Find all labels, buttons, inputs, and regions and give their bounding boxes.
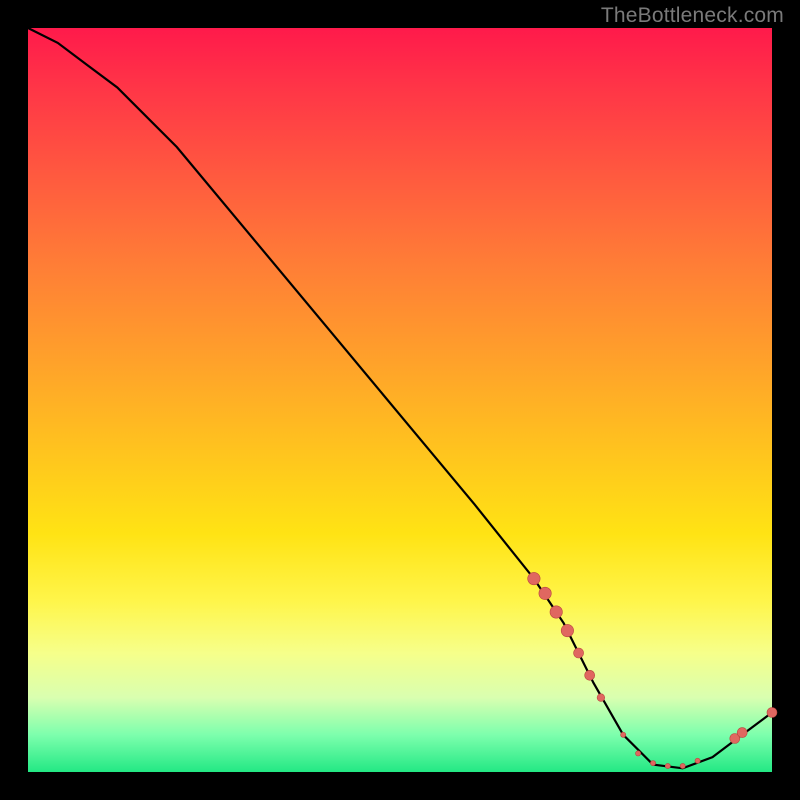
marker-group	[528, 572, 777, 768]
data-marker	[528, 572, 540, 584]
bottleneck-curve	[28, 28, 772, 768]
watermark-text: TheBottleneck.com	[601, 4, 784, 28]
data-marker	[539, 587, 551, 599]
chart-container: TheBottleneck.com	[0, 0, 800, 800]
data-marker	[636, 751, 641, 756]
curve-svg	[28, 28, 772, 772]
data-marker	[650, 761, 655, 766]
data-marker	[550, 606, 562, 618]
data-marker	[767, 708, 777, 718]
data-marker	[621, 732, 626, 737]
data-marker	[680, 763, 685, 768]
data-marker	[737, 728, 747, 738]
data-marker	[574, 648, 584, 658]
data-marker	[695, 758, 700, 763]
data-marker	[585, 670, 595, 680]
plot-area	[28, 28, 772, 772]
data-marker	[561, 624, 573, 636]
data-marker	[597, 694, 605, 702]
data-marker	[665, 763, 670, 768]
